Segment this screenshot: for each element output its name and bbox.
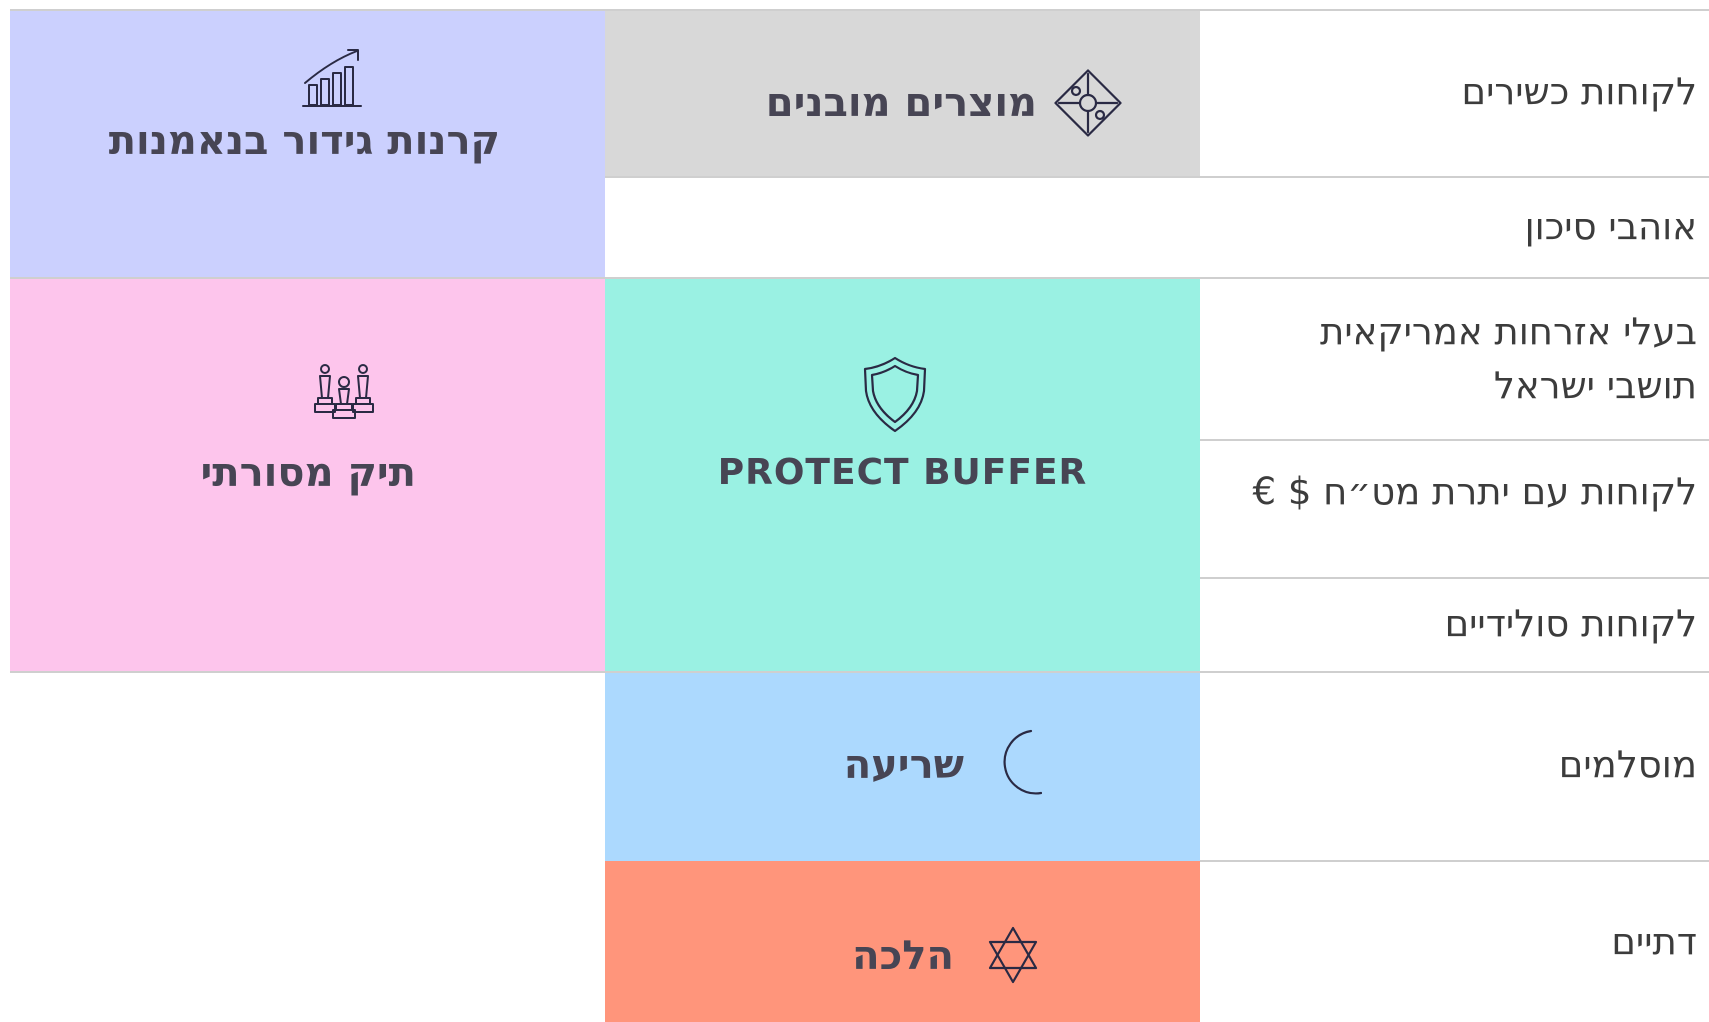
segment-label-fx-balance: לקוחות עם יתרת מט״ח $ € (1252, 470, 1697, 513)
protect-buffer-title: PROTECT BUFFER (717, 452, 1088, 493)
segment-label-us-citizens-line2: תושבי ישראל (1493, 364, 1697, 407)
traditional-portfolio-title: תיק מסורתי (200, 450, 416, 496)
shield-icon (861, 355, 929, 433)
star-of-david-icon (987, 925, 1039, 985)
divider-row-3 (1200, 439, 1709, 441)
crescent-moon-icon (990, 728, 1042, 798)
growth-chart-icon (301, 47, 363, 109)
segment-label-risk-lovers: אוהבי סיכון (1524, 205, 1697, 248)
segment-label-us-citizens: בעלי אזרחות אמריקאית תושבי ישראל (1320, 305, 1697, 413)
segment-label-conservative-clients: לקוחות סולידיים (1444, 602, 1697, 645)
divider-row-5 (10, 671, 1709, 673)
sharia-title: שריעה (843, 742, 964, 788)
divider-row-6 (1200, 860, 1709, 862)
segment-label-us-citizens-line1: בעלי אזרחות אמריקאית (1320, 310, 1697, 353)
divider-top (10, 9, 1709, 11)
halacha-title: הלכה (852, 933, 954, 979)
structured-products-title: מוצרים מובנים (765, 80, 1037, 126)
chess-pieces-icon (311, 362, 377, 420)
divider-row-4 (1200, 577, 1709, 579)
segment-label-religious: דתיים (1611, 920, 1697, 963)
hedge-funds-title: קרנות גידור בנאמנות (108, 118, 500, 164)
divider-row-1 (605, 176, 1709, 178)
segment-label-muslims: מוסלמים (1558, 743, 1697, 786)
puzzle-icon (1049, 64, 1127, 142)
segment-label-qualified-clients: לקוחות כשירים (1461, 70, 1697, 113)
divider-row-2 (10, 277, 1709, 279)
